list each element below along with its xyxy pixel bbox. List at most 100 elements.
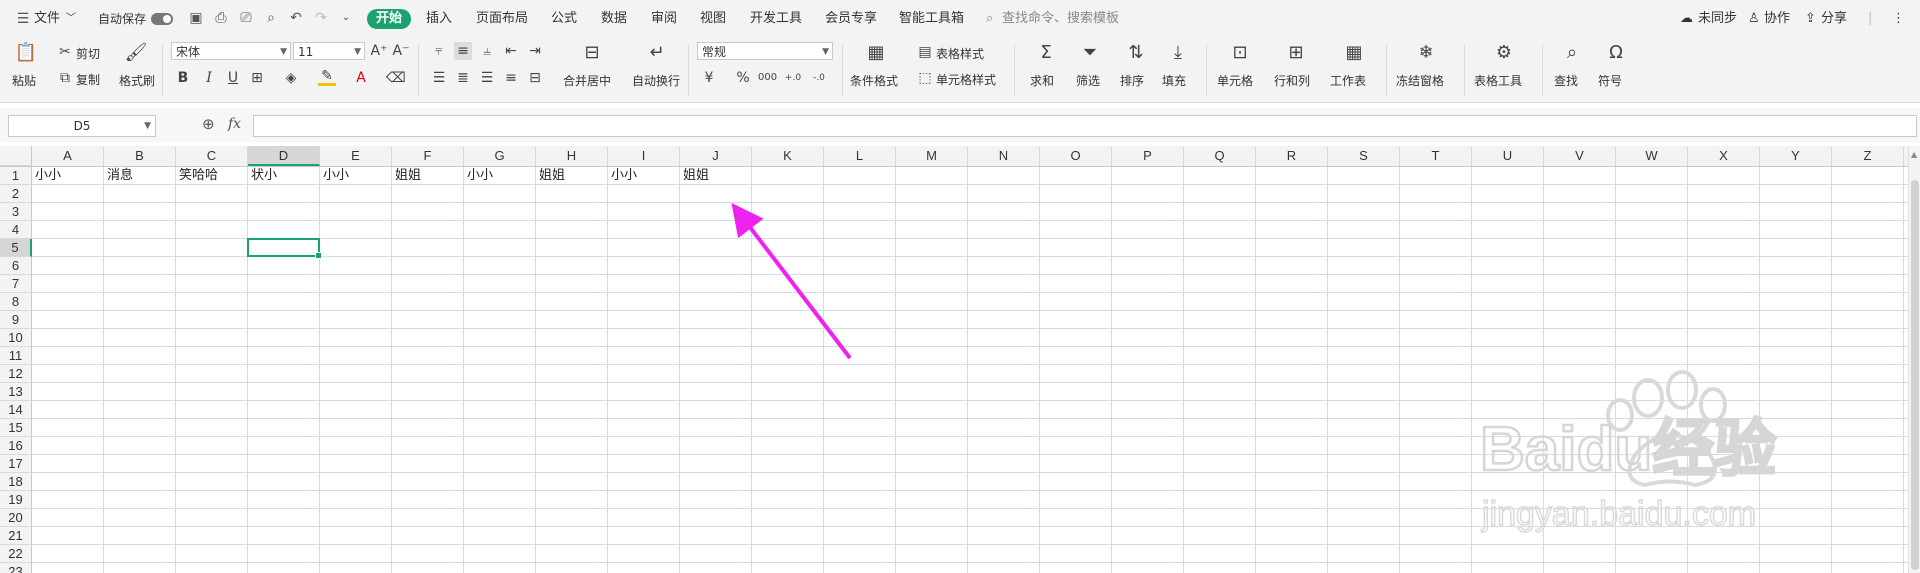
align-bottom-icon[interactable]: ⫨	[478, 42, 496, 60]
row-header-22[interactable]: 22	[0, 545, 32, 563]
row-header-9[interactable]: 9	[0, 311, 32, 329]
row-header-2[interactable]: 2	[0, 185, 32, 203]
column-header-v[interactable]: V	[1544, 146, 1616, 166]
tab-member[interactable]: 会员专享	[825, 10, 877, 28]
column-header-x[interactable]: X	[1688, 146, 1760, 166]
indent-decrease-icon[interactable]: ⇤	[502, 42, 520, 60]
undo-icon[interactable]: ↶	[287, 9, 305, 27]
merge-center-button[interactable]: 合并居中	[563, 72, 611, 89]
column-header-k[interactable]: K	[752, 146, 824, 166]
decrease-decimal-icon[interactable]: -.0	[810, 69, 828, 87]
sum-icon[interactable]: Σ	[1034, 42, 1058, 64]
row-header-3[interactable]: 3	[0, 203, 32, 221]
fx-icon[interactable]: fx	[228, 116, 241, 132]
cell-button[interactable]: 单元格	[1217, 72, 1253, 89]
eraser-icon[interactable]: ⌫	[386, 69, 406, 87]
file-menu[interactable]: 文件	[34, 10, 60, 28]
highlight-icon[interactable]: ✎	[318, 69, 336, 86]
tab-view[interactable]: 视图	[700, 10, 726, 28]
row-header-19[interactable]: 19	[0, 491, 32, 509]
row-header-11[interactable]: 11	[0, 347, 32, 365]
more-options-icon[interactable]: ⋮	[1892, 10, 1905, 28]
sort-button[interactable]: 排序	[1120, 72, 1144, 89]
percent-icon[interactable]: %	[734, 69, 752, 87]
column-header-f[interactable]: F	[392, 146, 464, 166]
spreadsheet-grid[interactable]: ABCDEFGHIJKLMNOPQRSTUVWXYZ 1 2 3 4 5 6 7 8 9 10 11…	[0, 146, 1908, 573]
row-header-8[interactable]: 8	[0, 293, 32, 311]
cell-g1[interactable]: 小小	[464, 167, 536, 185]
row-header-16[interactable]: 16	[0, 437, 32, 455]
row-header-4[interactable]: 4	[0, 221, 32, 239]
paste-button[interactable]: 粘贴	[12, 72, 36, 89]
indent-increase-icon[interactable]: ⇥	[526, 42, 544, 60]
conditional-format-icon[interactable]: ▦	[864, 42, 888, 64]
row-header-1[interactable]: 1	[0, 167, 32, 185]
table-style-icon[interactable]: ▤	[916, 43, 934, 61]
copy-icon[interactable]: ⧉	[56, 69, 74, 87]
column-header-d[interactable]: D	[248, 146, 320, 166]
column-header-m[interactable]: M	[896, 146, 968, 166]
column-header-q[interactable]: Q	[1184, 146, 1256, 166]
filter-icon[interactable]: ⏷	[1078, 42, 1102, 64]
align-left-icon[interactable]: ☰	[430, 69, 448, 87]
column-header-r[interactable]: R	[1256, 146, 1328, 166]
fill-button[interactable]: 填充	[1162, 72, 1186, 89]
column-header-t[interactable]: T	[1400, 146, 1472, 166]
currency-icon[interactable]: ¥	[700, 69, 718, 87]
align-top-icon[interactable]: ⫧	[430, 42, 448, 60]
column-header-l[interactable]: L	[824, 146, 896, 166]
magnifier-icon[interactable]: ⌕	[1560, 42, 1584, 64]
table-style-button[interactable]: 表格样式	[936, 45, 984, 62]
column-header-y[interactable]: Y	[1760, 146, 1832, 166]
column-header-z[interactable]: Z	[1832, 146, 1904, 166]
cut-button[interactable]: 剪切	[76, 45, 100, 62]
sort-icon[interactable]: ⇅	[1124, 42, 1148, 64]
worksheet-icon[interactable]: ▦	[1342, 42, 1366, 64]
distributed-icon[interactable]: ⊟	[526, 69, 544, 87]
format-painter-button[interactable]: 格式刷	[119, 72, 155, 89]
paste-icon[interactable]: 📋	[14, 42, 38, 64]
tab-smart-toolbox[interactable]: 智能工具箱	[899, 10, 964, 28]
align-right-icon[interactable]: ☰	[478, 69, 496, 87]
name-box[interactable]: D5 ▼	[8, 115, 156, 137]
bold-icon[interactable]: B	[174, 69, 192, 87]
share-button[interactable]: 分享	[1821, 10, 1847, 28]
cell-style-icon[interactable]: ⬚	[916, 69, 934, 87]
save-icon[interactable]: ▣	[187, 9, 205, 27]
row-col-icon[interactable]: ⊞	[1284, 42, 1308, 64]
symbol-button[interactable]: 符号	[1598, 72, 1622, 89]
row-header-21[interactable]: 21	[0, 527, 32, 545]
column-header-b[interactable]: B	[104, 146, 176, 166]
collab-button[interactable]: 协作	[1764, 10, 1790, 28]
font-size-select[interactable]: 11 ▼	[293, 42, 365, 60]
filter-button[interactable]: 筛选	[1076, 72, 1100, 89]
vertical-scrollbar[interactable]: ▲	[1908, 146, 1920, 573]
row-header-15[interactable]: 15	[0, 419, 32, 437]
fill-down-icon[interactable]: ⤓	[1166, 42, 1190, 64]
copy-button[interactable]: 复制	[76, 71, 100, 88]
cell-f1[interactable]: 姐姐	[392, 167, 464, 185]
column-header-h[interactable]: H	[536, 146, 608, 166]
italic-icon[interactable]: I	[200, 69, 218, 87]
tab-insert[interactable]: 插入	[426, 10, 452, 28]
number-format-select[interactable]: 常规 ▼	[697, 42, 833, 60]
align-center-icon[interactable]: ≣	[454, 69, 472, 87]
tab-review[interactable]: 审阅	[651, 10, 677, 28]
column-header-j[interactable]: J	[680, 146, 752, 166]
cell-e1[interactable]: 小小	[320, 167, 392, 185]
thousands-icon[interactable]: 000	[758, 69, 777, 87]
cell-icon[interactable]: ⊡	[1228, 42, 1252, 64]
column-header-g[interactable]: G	[464, 146, 536, 166]
row-header-5[interactable]: 5	[0, 239, 32, 257]
export-icon[interactable]: ⎙	[212, 9, 230, 27]
column-header-u[interactable]: U	[1472, 146, 1544, 166]
column-header-c[interactable]: C	[176, 146, 248, 166]
command-search-input[interactable]: 查找命令、搜索模板	[1002, 10, 1119, 28]
find-button[interactable]: 查找	[1554, 72, 1578, 89]
more-chevron-icon[interactable]: ⌄	[337, 9, 355, 27]
row-header-10[interactable]: 10	[0, 329, 32, 347]
cell-d1[interactable]: 状小	[248, 167, 320, 185]
worksheet-button[interactable]: 工作表	[1330, 72, 1366, 89]
font-color-icon[interactable]: A	[352, 69, 370, 87]
tab-data[interactable]: 数据	[601, 10, 627, 28]
